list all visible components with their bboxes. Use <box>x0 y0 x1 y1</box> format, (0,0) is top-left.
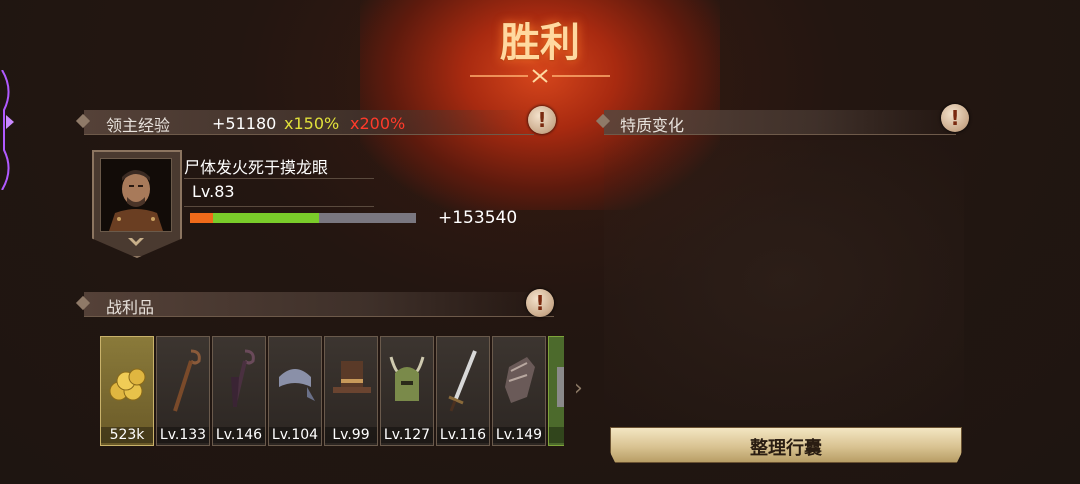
loot-item[interactable]: Lv.99 <box>324 336 378 446</box>
loot-info-button[interactable]: ! <box>526 289 554 317</box>
xp-previous-fill <box>190 213 213 223</box>
xp-progress-bar <box>190 213 416 223</box>
crossed-swords-icon <box>470 69 610 83</box>
loot-section-header: 战利品 <box>75 292 554 317</box>
loot-label: Lv.133 <box>157 427 209 443</box>
loot-list[interactable]: 523k Lv.133 Lv.146 Lv.104 Lv.99 Lv.127 Lv.116 L… <box>98 334 564 446</box>
loot-label: Lv.116 <box>437 427 489 443</box>
loot-label: Lv.99 <box>325 427 377 443</box>
hero-name: 尸体发火死于摸龙眼 <box>184 158 329 177</box>
divider <box>184 178 374 179</box>
hero-level: Lv.83 <box>192 182 235 201</box>
header-diamond-icon <box>75 113 91 129</box>
loot-item[interactable]: Lv <box>548 336 564 446</box>
traits-section-header: 特质变化 <box>595 110 956 135</box>
dark-staff-icon <box>231 349 255 407</box>
traits-info-button[interactable]: ! <box>941 104 969 132</box>
gold-coins-icon <box>109 368 146 401</box>
scroll-right-arrow-icon[interactable]: › <box>574 376 583 401</box>
traits-panel <box>604 140 964 420</box>
header-diamond-icon <box>75 295 91 311</box>
hero-face-icon <box>101 159 171 231</box>
loot-label: Lv.149 <box>493 427 545 443</box>
loot-section-title: 战利品 <box>106 298 155 317</box>
victory-title: 胜利 <box>500 20 580 66</box>
loot-item[interactable]: Lv.149 <box>492 336 546 446</box>
traits-section-title: 特质变化 <box>620 116 685 135</box>
loot-item[interactable]: Lv.116 <box>436 336 490 446</box>
exp-multiplier-red: x200% <box>350 114 406 133</box>
exp-multiplier-yellow: x150% <box>284 114 340 133</box>
organize-bag-label: 整理行囊 <box>750 438 822 459</box>
sword-icon <box>448 350 477 412</box>
exp-info-button[interactable]: ! <box>528 106 556 134</box>
partial-item-icon <box>557 367 564 407</box>
divider <box>184 206 374 207</box>
hero-avatar <box>100 158 172 232</box>
gauntlet-icon <box>505 357 535 403</box>
wooden-staff-icon <box>173 349 201 412</box>
exclamation-icon: ! <box>537 108 547 132</box>
exp-gain: +51180 <box>212 114 277 133</box>
loot-item[interactable]: Lv.133 <box>156 336 210 446</box>
exclamation-icon: ! <box>535 291 545 315</box>
top-hat-icon <box>333 361 371 393</box>
exp-section-title: 领主经验 <box>106 116 171 135</box>
loot-item[interactable]: Lv.146 <box>212 336 266 446</box>
organize-bag-button[interactable]: 整理行囊 <box>610 427 962 463</box>
bandana-icon <box>279 369 315 401</box>
loot-label: Lv.146 <box>213 427 265 443</box>
side-panel-tab-icon[interactable] <box>0 70 20 190</box>
exclamation-icon: ! <box>950 106 960 130</box>
loot-label: Lv.127 <box>381 427 433 443</box>
loot-label: 523k <box>101 427 153 443</box>
loot-label: Lv.104 <box>269 427 321 443</box>
loot-item[interactable]: Lv.127 <box>380 336 434 446</box>
xp-gained-fill <box>212 213 319 223</box>
horned-helmet-icon <box>389 356 425 401</box>
loot-item[interactable]: Lv.104 <box>268 336 322 446</box>
loot-label: Lv <box>549 427 564 443</box>
xp-gained-value: +153540 <box>438 208 518 228</box>
loot-gold[interactable]: 523k <box>100 336 154 446</box>
hero-portrait[interactable] <box>92 150 182 258</box>
rank-emblem-icon <box>128 238 144 246</box>
